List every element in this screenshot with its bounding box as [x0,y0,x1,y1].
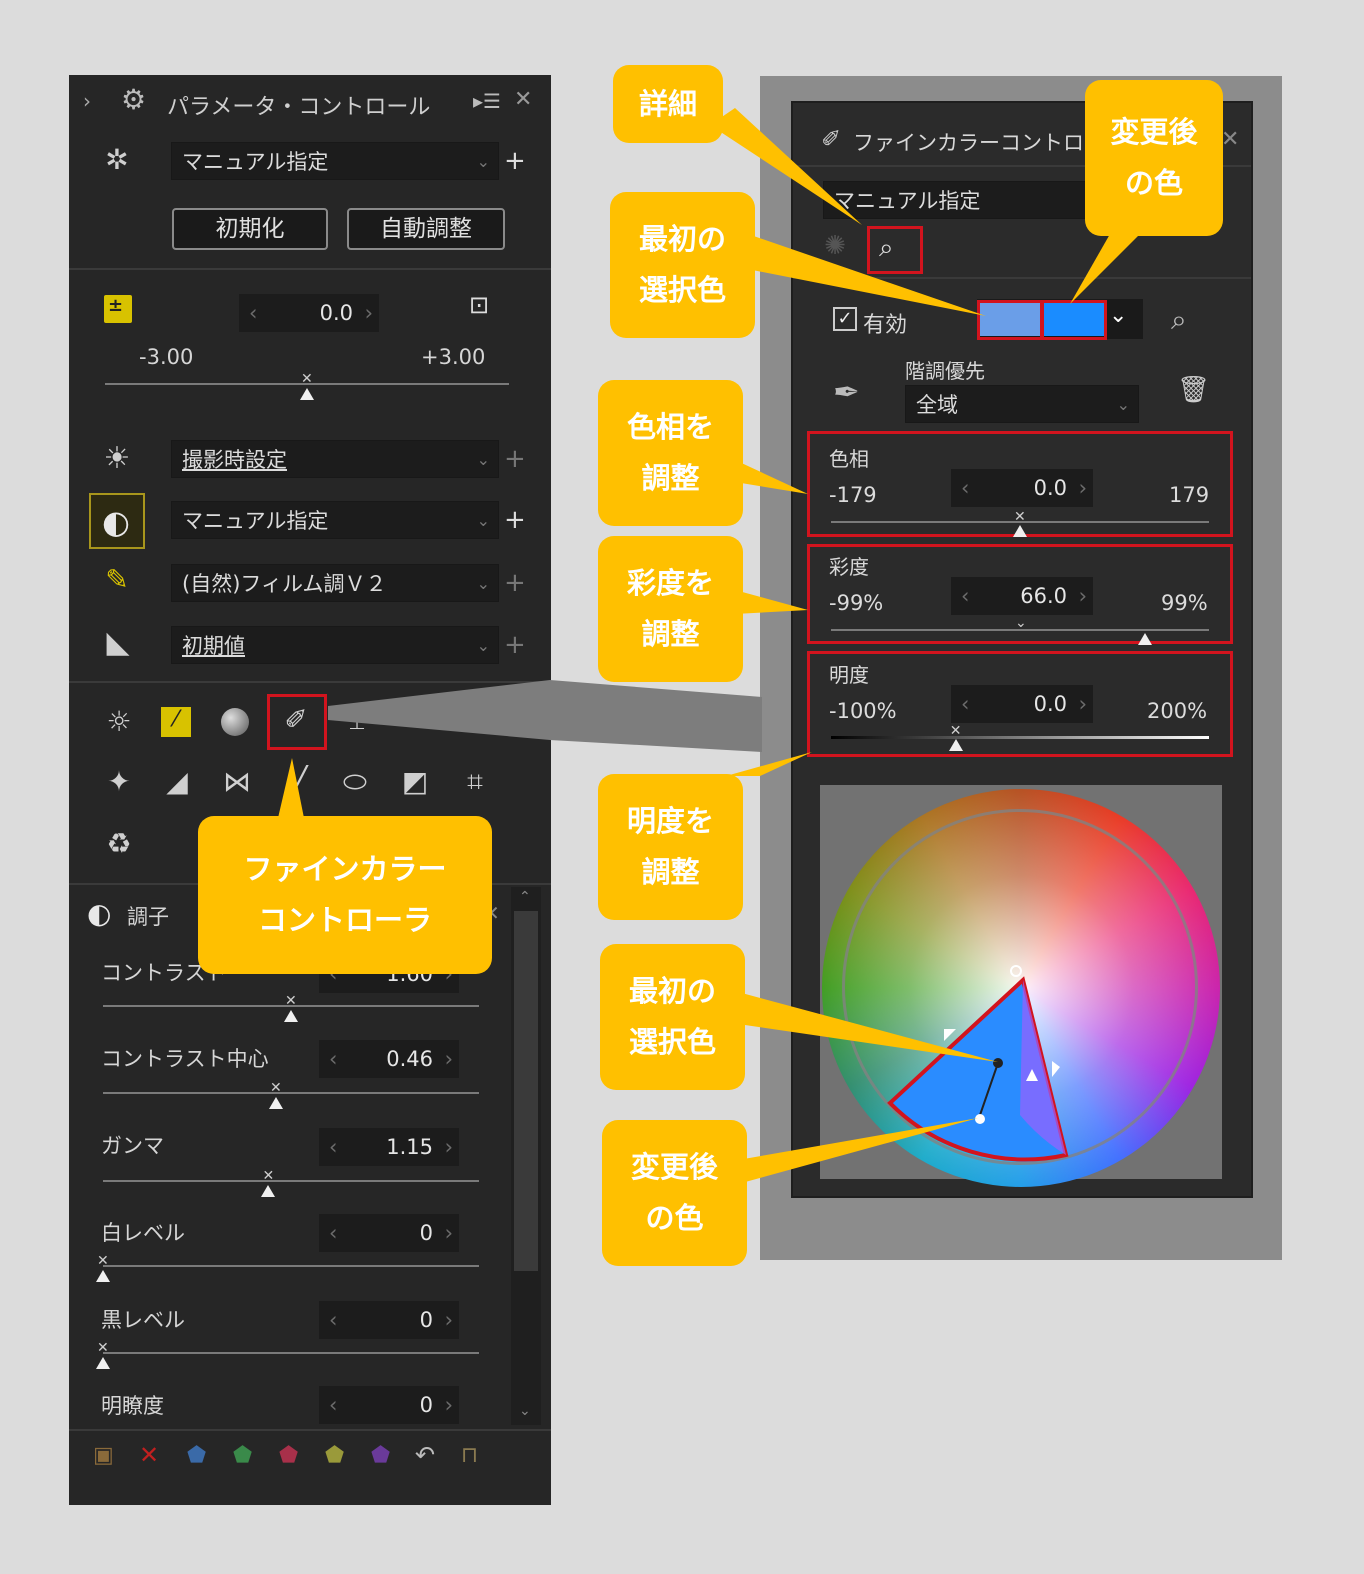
adjust-saturation-callout: 彩度を 調整 [598,536,743,682]
adjust-hue-callout: 色相を 調整 [598,380,743,526]
initial-color-wheel-pointer [738,992,998,1062]
fine-color-controller-pointer [278,758,304,818]
changed-color-top-pointer [1070,234,1140,304]
detail-callout: 詳細 [613,65,723,143]
changed-color-wheel-pointer [738,1118,978,1184]
adjust-saturation-pointer [735,590,808,614]
changed-color-top-callout: 変更後 の色 [1085,80,1223,236]
adjust-hue-pointer [735,460,808,494]
zoom-connector [328,680,762,752]
adjust-brightness-pointer [726,752,812,776]
changed-color-wheel-callout: 変更後 の色 [602,1120,747,1266]
adjust-brightness-callout: 明度を 調整 [598,774,743,920]
initial-color-top-callout: 最初の 選択色 [610,192,755,338]
initial-color-top-pointer [742,232,986,316]
initial-color-wheel-callout: 最初の 選択色 [600,944,745,1090]
fine-color-controller-callout: ファインカラー コントローラ [198,816,492,974]
